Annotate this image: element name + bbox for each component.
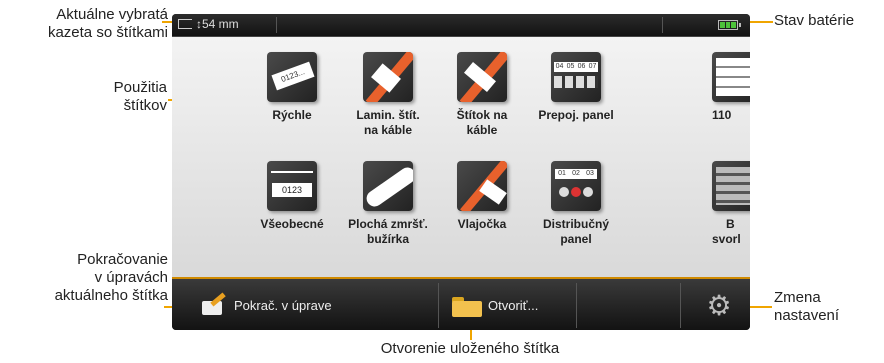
tile-label: Distribučný panel <box>532 217 620 247</box>
tile-label-line1: Štítok na <box>456 108 508 122</box>
callout-usages-line1: Použitia <box>113 79 167 96</box>
patch-panel-icon: 04 05 06 07 <box>551 52 601 102</box>
tile-label: Prepoj. panel <box>538 108 614 122</box>
tile-label: Všeobecné <box>260 217 324 231</box>
patch-port-label: 05 <box>566 63 575 70</box>
callout-battery-text: Stav batérie <box>774 12 855 29</box>
tile-label-line2: svorl <box>712 232 741 246</box>
distribution-panel-icon: 01 02 03 <box>551 161 601 211</box>
tile-label: Bsvorl <box>712 217 750 247</box>
cartridge-size-value: 54 mm <box>202 17 239 31</box>
callout-cartridge: Aktuálne vybratá kazeta so štítkami <box>0 6 168 42</box>
tile-label-line1: Lamin. štít. <box>356 108 420 122</box>
tile-distribution-panel[interactable]: 01 02 03 Distribučný panel <box>532 161 620 247</box>
general-icon: 0123 <box>267 161 317 211</box>
dist-label: 03 <box>586 170 594 177</box>
tile-label: Vlajočka <box>457 217 507 231</box>
tile-cable-wrap[interactable]: Štítok na káble <box>438 52 526 138</box>
tile-label: Štítok na káble <box>438 108 526 138</box>
tile-heat-shrink[interactable]: Plochá zmršť. bužírka <box>344 161 432 247</box>
callout-settings: Zmena nastavení <box>774 289 882 325</box>
tile-label-line1: Plochá zmršť. <box>348 217 428 231</box>
tile-laminated-cable[interactable]: Lamin. štít. na káble <box>344 52 432 138</box>
continue-editing-button[interactable]: Pokrač. v úprave <box>200 279 430 330</box>
tile-terminal-block[interactable]: Bsvorl <box>712 161 750 247</box>
callout-open: Otvorenie uloženého štítka <box>300 340 640 358</box>
open-button[interactable]: Otvoriť... <box>452 279 572 330</box>
folder-icon <box>452 295 482 317</box>
laminated-cable-icon <box>363 52 413 102</box>
block-110-icon <box>712 52 750 102</box>
device-screen: ↕54 mm 0123... Rýchle Lamin. štít. na káb… <box>172 14 750 330</box>
callout-cartridge-line1: Aktuálne vybratá <box>56 6 168 23</box>
battery-icon <box>718 20 741 30</box>
tile-label: Rýchle <box>272 108 312 122</box>
gear-icon: ⚙ <box>706 289 732 321</box>
tile-general[interactable]: 0123 Všeobecné <box>248 161 336 232</box>
bottom-toolbar: Pokrač. v úprave Otvoriť... ⚙ <box>172 277 750 330</box>
callout-cartridge-line2: kazeta so štítkami <box>47 24 168 41</box>
patch-port-label: 04 <box>555 63 564 70</box>
tile-flag[interactable]: Vlajočka <box>438 161 526 232</box>
callout-usages: Použitia štítkov <box>40 79 167 115</box>
heat-shrink-icon <box>363 161 413 211</box>
open-label: Otvoriť... <box>488 298 539 313</box>
cartridge-size: ↕54 mm <box>196 17 239 31</box>
cartridge-icon <box>178 19 192 29</box>
tile-label: 110 <box>712 108 732 122</box>
tile-label-line1: Distribučný <box>542 217 609 231</box>
patch-port-label: 06 <box>577 63 586 70</box>
callout-continue: Pokračovanie v úpravách aktuálneho štítk… <box>0 251 168 305</box>
callout-usages-line2: štítkov <box>123 97 167 114</box>
callout-open-text: Otvorenie uloženého štítka <box>380 340 560 357</box>
cable-wrap-icon <box>457 52 507 102</box>
dist-label: 02 <box>572 170 580 177</box>
tile-label: Plochá zmršť. bužírka <box>344 217 432 247</box>
tile-label-line2: bužírka <box>366 232 409 246</box>
status-bar: ↕54 mm <box>172 14 750 37</box>
callout-continue-line1: Pokračovanie <box>77 251 168 268</box>
quick-icon-text: 0123... <box>271 61 315 91</box>
terminal-block-icon <box>712 161 750 211</box>
tile-patch-panel[interactable]: 04 05 06 07 Prepoj. panel <box>532 52 620 123</box>
patch-port-label: 07 <box>588 63 597 70</box>
tile-label-line1: B <box>726 217 735 231</box>
settings-button[interactable]: ⚙ <box>690 279 748 330</box>
label-applications-grid: 0123... Rýchle Lamin. štít. na káble Štít… <box>172 37 750 277</box>
edit-label-icon <box>200 291 226 317</box>
callout-settings-line2: nastavení <box>774 307 840 324</box>
tile-quick[interactable]: 0123... Rýchle <box>248 52 336 123</box>
tile-label-line2: na káble <box>363 123 413 137</box>
continue-editing-label: Pokrač. v úprave <box>234 298 332 313</box>
callout-continue-line3: aktuálneho štítka <box>54 287 168 304</box>
callout-continue-line2: v úpravách <box>94 269 168 286</box>
callout-settings-line1: Zmena <box>774 289 821 306</box>
tile-110-block[interactable]: 110 <box>712 52 750 123</box>
quick-label-icon: 0123... <box>267 52 317 102</box>
dist-label: 01 <box>558 170 566 177</box>
tile-label-line2: panel <box>560 232 592 246</box>
tile-label: Lamin. štít. na káble <box>344 108 432 138</box>
flag-icon <box>457 161 507 211</box>
callout-battery: Stav batérie <box>774 12 882 30</box>
tile-label-line2: káble <box>466 123 498 137</box>
general-icon-text: 0123 <box>272 183 312 197</box>
